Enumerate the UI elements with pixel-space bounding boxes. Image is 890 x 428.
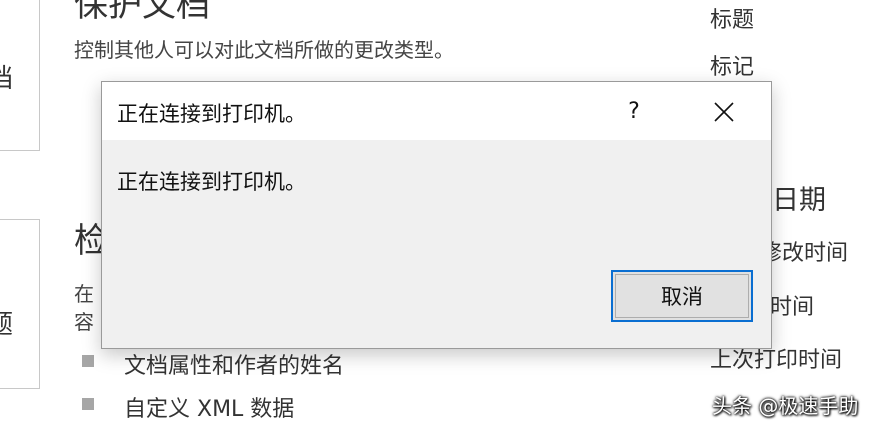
property-tags[interactable]: 标记 (710, 49, 754, 81)
bullet-marker (82, 355, 94, 367)
property-modified-time: 修改时间 (760, 241, 849, 266)
bullet-item-author-properties: 文档属性和作者的姓名 (124, 354, 345, 379)
dialog-message: 正在连接到打印机。 (117, 170, 306, 194)
help-button[interactable]: ? (614, 92, 654, 132)
property-created-time: 时间 (770, 295, 815, 320)
dialog-title: 正在连接到打印机。 (117, 102, 306, 126)
watermark-text: 头条 @极速手助 (712, 394, 859, 418)
dates-heading: 日期 (772, 185, 826, 216)
bullet-item-custom-xml: 自定义 XML 数据 (124, 397, 295, 422)
bullet-marker (82, 398, 94, 410)
printer-connection-dialog: 正在连接到打印机。 ? 正在连接到打印机。 取消 (101, 81, 772, 349)
left-card-top[interactable]: 档 (0, 0, 40, 151)
protect-document-description: 控制其他人可以对此文档所做的更改类型。 (74, 38, 454, 62)
inspect-description-line1: 在 (74, 282, 94, 306)
property-title[interactable]: 标题 (710, 2, 754, 34)
left-card-bottom-label: 题 (0, 310, 14, 340)
inspect-description-line2: 容 (74, 310, 94, 334)
left-card-top-label: 档 (0, 64, 14, 94)
cancel-button-label: 取消 (615, 274, 749, 318)
dialog-titlebar[interactable]: 正在连接到打印机。 ? (102, 82, 771, 140)
cancel-button[interactable]: 取消 (611, 270, 753, 322)
left-card-bottom[interactable]: 题 (0, 219, 40, 389)
protect-document-title: 保护文档 (74, 0, 210, 25)
close-button[interactable] (702, 92, 746, 132)
close-icon (714, 102, 734, 122)
